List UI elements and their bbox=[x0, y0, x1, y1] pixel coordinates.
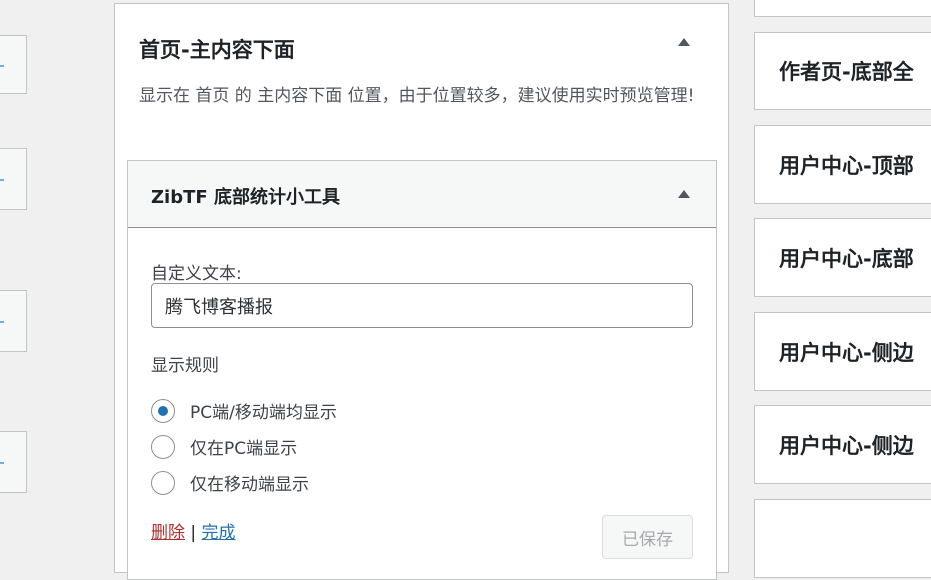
custom-text-input[interactable] bbox=[151, 283, 693, 328]
delete-link[interactable]: 删除 bbox=[151, 523, 185, 543]
chevron-icon bbox=[0, 179, 4, 181]
saved-button[interactable]: 已保存 bbox=[602, 515, 693, 559]
widget-area-box[interactable]: 用户中心-侧边 bbox=[754, 405, 931, 484]
chevron-icon bbox=[0, 462, 4, 464]
widget-area-box[interactable]: 用户中心-底部 bbox=[754, 218, 931, 297]
widget-header[interactable]: ZibTF 底部统计小工具 bbox=[128, 161, 716, 228]
collapsed-widget-area[interactable] bbox=[0, 148, 27, 210]
collapse-arrow-icon[interactable] bbox=[678, 38, 690, 46]
widget-area-description: 显示在 首页 的 主内容下面 位置，由于位置较多，建议使用实时预览管理! bbox=[139, 86, 695, 106]
widget-area-box[interactable]: 用户中心-顶部 bbox=[754, 125, 931, 204]
widget-area-title: 用户中心-底部 bbox=[779, 246, 914, 271]
widget-area-title[interactable]: 首页-主内容下面 bbox=[139, 34, 295, 64]
collapsed-widget-area[interactable] bbox=[0, 290, 27, 352]
chevron-icon bbox=[0, 321, 4, 323]
display-rule-label: 显示规则 bbox=[151, 356, 219, 376]
collapse-arrow-icon[interactable] bbox=[678, 190, 690, 198]
custom-text-label: 自定义文本: bbox=[151, 264, 242, 284]
widget-area-box[interactable] bbox=[754, 0, 931, 17]
widget-area-title: 用户中心-侧边 bbox=[779, 340, 914, 365]
widget-area-box[interactable]: 作者页-底部全 bbox=[754, 32, 931, 110]
radio-unchecked-icon[interactable] bbox=[151, 470, 175, 495]
collapsed-widget-area[interactable] bbox=[0, 431, 27, 493]
radio-label: 仅在PC端显示 bbox=[190, 439, 298, 459]
widget-area-title: 用户中心-顶部 bbox=[779, 153, 914, 178]
separator: | bbox=[190, 523, 197, 543]
radio-label: 仅在移动端显示 bbox=[190, 475, 309, 495]
widget-area-box[interactable] bbox=[754, 499, 931, 578]
widget-zibtf-footer-stats: ZibTF 底部统计小工具 自定义文本: 显示规则 PC端/移动端均显示 仅在P… bbox=[127, 160, 717, 580]
widget-title: ZibTF 底部统计小工具 bbox=[151, 187, 340, 208]
radio-pc-only[interactable]: 仅在PC端显示 bbox=[151, 434, 297, 459]
radio-checked-icon[interactable] bbox=[151, 398, 175, 423]
radio-unchecked-icon[interactable] bbox=[151, 434, 175, 459]
done-link[interactable]: 完成 bbox=[202, 523, 236, 543]
radio-label: PC端/移动端均显示 bbox=[190, 403, 337, 423]
radio-both[interactable]: PC端/移动端均显示 bbox=[151, 398, 337, 423]
radio-mobile-only[interactable]: 仅在移动端显示 bbox=[151, 470, 309, 495]
widget-area-home-below-main: 首页-主内容下面 显示在 首页 的 主内容下面 位置，由于位置较多，建议使用实时… bbox=[114, 3, 729, 580]
widget-area-title: 作者页-底部全 bbox=[779, 60, 914, 84]
collapsed-widget-area[interactable] bbox=[0, 35, 27, 94]
chevron-icon bbox=[0, 64, 4, 67]
widget-area-box[interactable]: 用户中心-侧边 bbox=[754, 312, 931, 391]
widget-area-title: 用户中心-侧边 bbox=[779, 433, 914, 458]
widget-actions: 删除 | 完成 bbox=[151, 518, 236, 543]
